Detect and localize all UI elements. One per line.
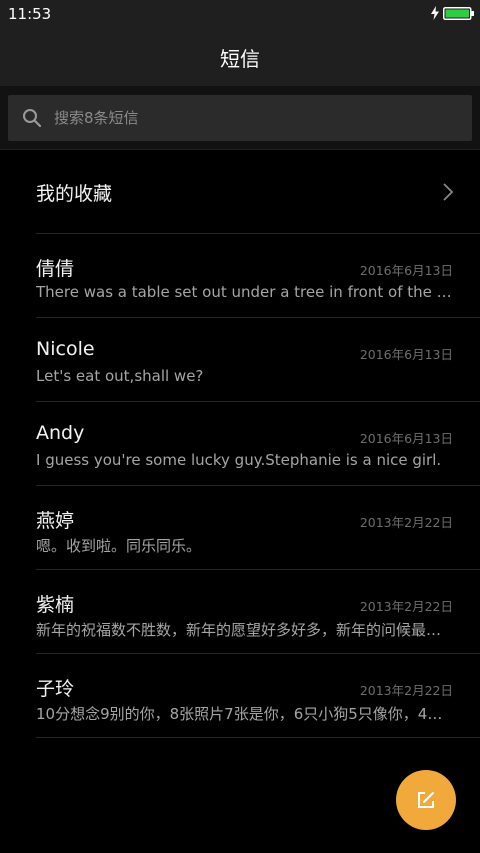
message-item[interactable]: 燕婷 2013年2月22日 嗯。收到啦。同乐同乐。	[36, 486, 480, 570]
search-box[interactable]	[8, 95, 472, 141]
status-time: 11:53	[8, 5, 52, 23]
page-title: 短信	[220, 47, 260, 71]
message-preview: There was a table set out under a tree i…	[36, 283, 453, 301]
message-preview: Let's eat out,shall we?	[36, 367, 204, 385]
message-list: 倩倩 2016年6月13日 There was a table set out …	[36, 234, 480, 738]
message-sender: 子玲	[36, 678, 75, 700]
message-preview: 10分想念9别的你，8张照片7张是你，6只小狗5只像你，4季变换	[36, 705, 453, 723]
message-item[interactable]: Andy 2016年6月13日 I guess you're some luck…	[36, 402, 480, 486]
message-preview: 新年的祝福数不胜数，新年的愿望好多好多，新年的问候最真最诚	[36, 621, 453, 639]
message-date: 2013年2月22日	[359, 515, 453, 530]
search-area	[0, 86, 480, 150]
search-input[interactable]	[54, 95, 454, 141]
message-sender: Nicole	[36, 338, 95, 360]
message-item[interactable]: 倩倩 2016年6月13日 There was a table set out …	[36, 234, 480, 318]
favorites-row[interactable]: 我的收藏	[36, 150, 480, 234]
battery-icon	[443, 7, 474, 20]
search-icon	[23, 109, 42, 128]
message-date: 2016年6月13日	[359, 263, 453, 278]
compose-button[interactable]	[396, 770, 456, 830]
message-item[interactable]: 子玲 2013年2月22日 10分想念9别的你，8张照片7张是你，6只小狗5只像…	[36, 654, 480, 738]
message-sender: 倩倩	[36, 258, 75, 280]
message-preview: 嗯。收到啦。同乐同乐。	[36, 537, 202, 555]
app-header: 短信	[0, 28, 480, 86]
message-sender: 紫楠	[36, 594, 75, 616]
message-date: 2016年6月13日	[359, 347, 453, 362]
message-preview: I guess you're some lucky guy.Stephanie …	[36, 451, 442, 469]
compose-icon	[418, 792, 434, 808]
sms-screen: 11:53 短信 我的收藏 倩倩 2016年6月13日	[0, 0, 480, 853]
message-item[interactable]: 紫楠 2013年2月22日 新年的祝福数不胜数，新年的愿望好多好多，新年的问候最…	[36, 570, 480, 654]
favorites-label: 我的收藏	[36, 183, 113, 205]
message-date: 2013年2月22日	[359, 599, 453, 614]
chevron-right-icon	[443, 183, 454, 201]
message-date: 2013年2月22日	[359, 683, 453, 698]
message-sender: Andy	[36, 422, 85, 444]
message-item[interactable]: Nicole 2016年6月13日 Let's eat out,shall we…	[36, 318, 480, 402]
message-date: 2016年6月13日	[359, 431, 453, 446]
message-sender: 燕婷	[36, 510, 75, 532]
charging-icon	[431, 6, 439, 20]
status-bar: 11:53	[0, 0, 480, 28]
